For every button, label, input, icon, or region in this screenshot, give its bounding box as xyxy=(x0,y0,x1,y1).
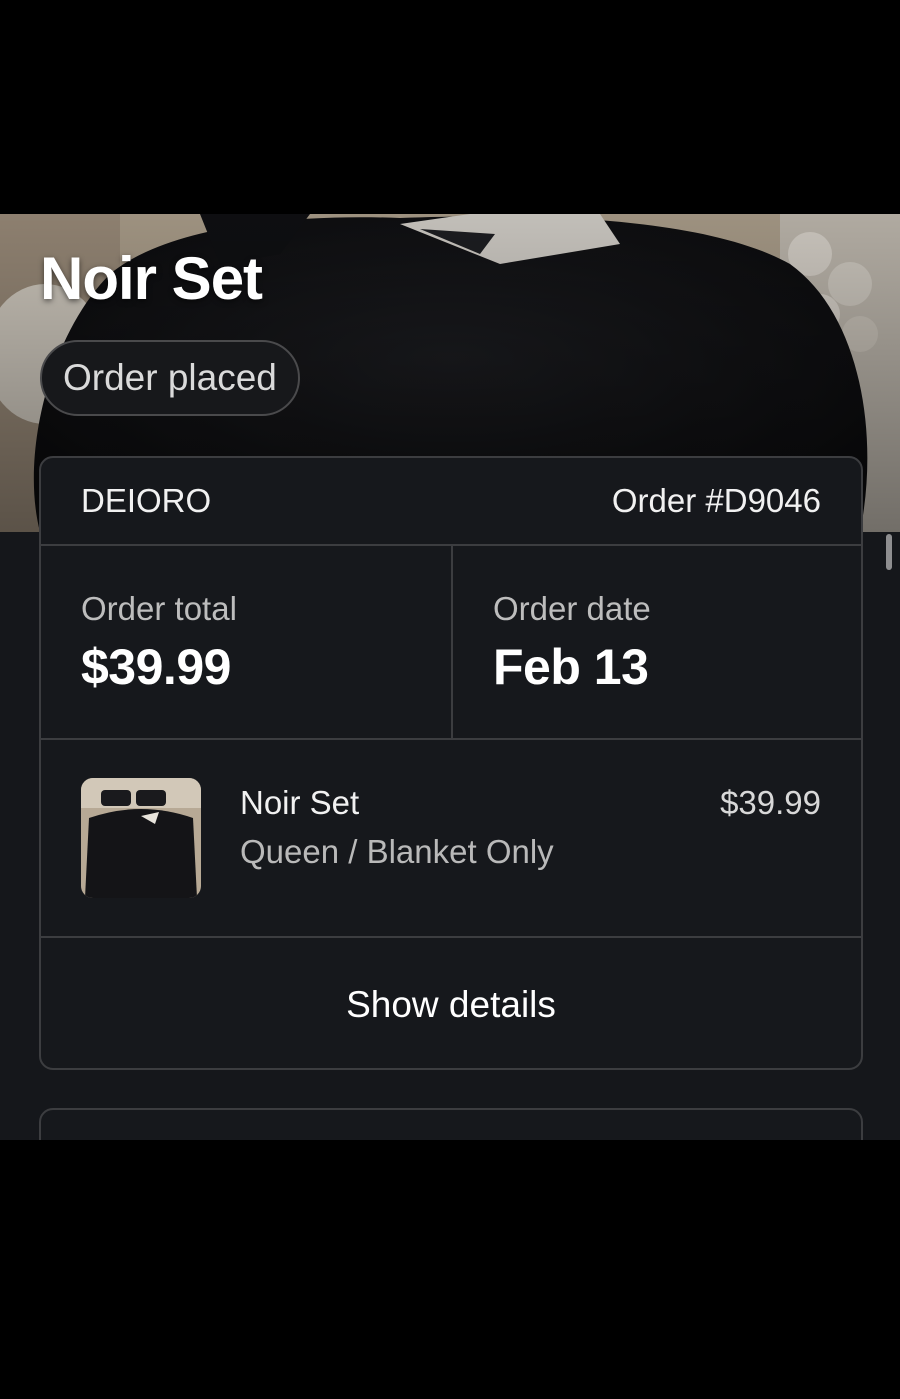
order-total-label: Order total xyxy=(81,590,237,627)
line-item[interactable]: Noir Set Queen / Blanket Only $39.99 xyxy=(41,740,861,938)
next-card xyxy=(39,1108,863,1140)
page-title: Noir Set xyxy=(40,245,263,312)
order-date-label: Order date xyxy=(493,590,651,627)
item-name: Noir Set xyxy=(240,784,360,821)
order-total-cell: Order total $39.99 xyxy=(41,546,453,738)
order-status-badge: Order placed xyxy=(40,340,300,416)
order-card-header: DEIORO Order #D9046 xyxy=(41,458,861,546)
order-stats: Order total $39.99 Order date Feb 13 xyxy=(41,546,861,740)
product-thumbnail xyxy=(81,778,201,898)
merchant-name: DEIORO xyxy=(81,482,212,519)
show-details-button[interactable]: Show details xyxy=(41,938,861,1068)
item-price: $39.99 xyxy=(720,784,821,821)
item-variant: Queen / Blanket Only xyxy=(240,833,554,870)
order-total-value: $39.99 xyxy=(81,639,231,695)
order-date-cell: Order date Feb 13 xyxy=(453,546,861,738)
order-screen: Noir Set Order placed DEIORO Order #D904… xyxy=(0,214,900,1140)
show-details-label: Show details xyxy=(346,984,556,1025)
scrollbar-thumb[interactable] xyxy=(886,534,892,570)
order-summary-card: DEIORO Order #D9046 Order total $39.99 O… xyxy=(39,456,863,1070)
order-date-value: Feb 13 xyxy=(493,639,649,695)
order-number: Order #D9046 xyxy=(611,482,821,519)
